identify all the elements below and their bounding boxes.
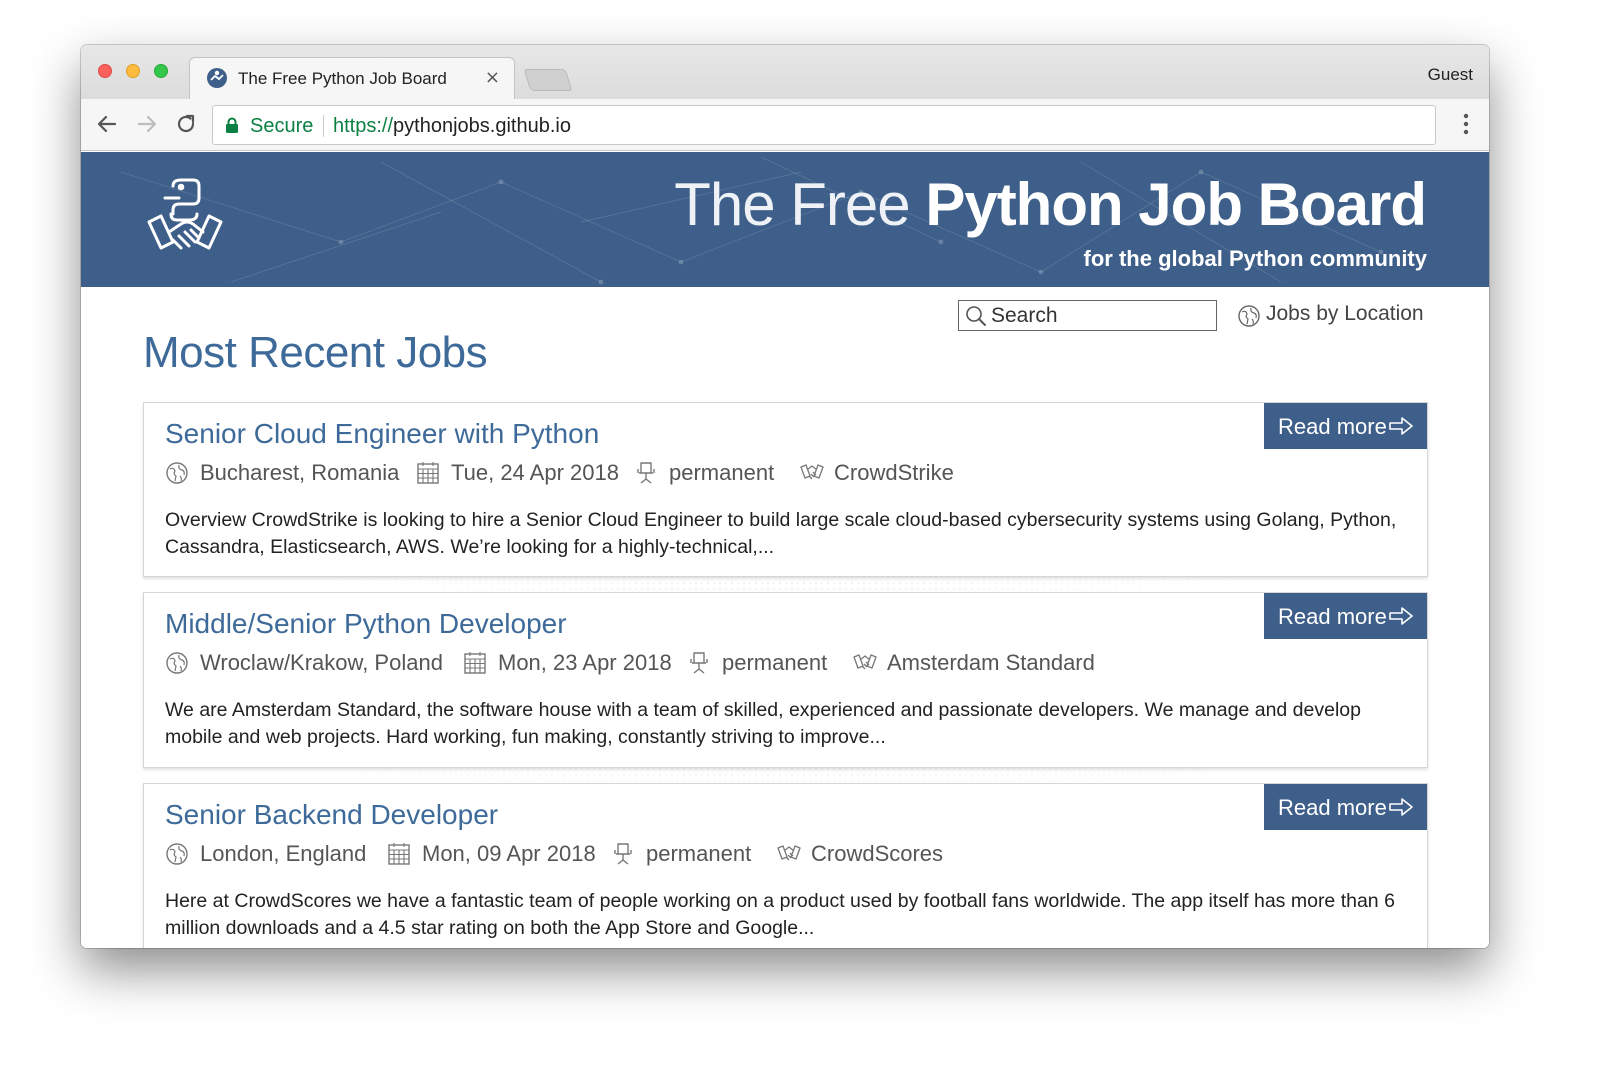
globe-icon xyxy=(166,652,188,674)
job-company-text: Amsterdam Standard xyxy=(887,650,1095,675)
job-company-text: CrowdScores xyxy=(811,841,944,866)
reload-icon[interactable] xyxy=(173,111,199,137)
job-location-text: Wroclaw/Krakow, Poland xyxy=(200,650,443,675)
page-heading: Most Recent Jobs xyxy=(143,328,488,377)
handshake-icon xyxy=(853,654,877,670)
close-window-button[interactable] xyxy=(98,64,112,78)
arrow-right-icon xyxy=(1389,798,1413,816)
site-tagline: for the global Python community xyxy=(1083,246,1427,271)
search-icon xyxy=(966,306,986,326)
job-type-text: permanent xyxy=(669,460,775,485)
chair-icon xyxy=(637,462,655,484)
calendar-icon xyxy=(464,652,486,674)
title-bar: The Free Python Job Board × Guest xyxy=(81,45,1489,99)
job-description: Overview CrowdStrike is looking to hire … xyxy=(165,509,1397,558)
arrow-right-icon xyxy=(1389,417,1413,435)
job-location-text: Bucharest, Romania xyxy=(200,460,400,485)
zoom-window-button[interactable] xyxy=(154,64,168,78)
favicon-icon xyxy=(207,68,227,88)
read-more-label: Read more xyxy=(1278,414,1387,439)
back-arrow-icon[interactable] xyxy=(94,111,120,137)
address-bar[interactable]: Secure https://pythonjobs.github.io xyxy=(212,105,1436,145)
site-title-bold: Python Job Board xyxy=(925,171,1427,238)
job-location-text: London, England xyxy=(200,841,367,866)
job-type-text: permanent xyxy=(646,841,752,866)
globe-icon xyxy=(166,843,188,865)
job-card: Senior Cloud Engineer with Python Read m… xyxy=(143,402,1428,577)
job-type-text: permanent xyxy=(722,650,828,675)
handshake-icon xyxy=(800,464,824,480)
site-banner: The Free Python Job Board for the global… xyxy=(81,152,1489,287)
job-date-text: Tue, 24 Apr 2018 xyxy=(451,460,619,485)
secure-label: Secure xyxy=(250,115,314,137)
browser-window: The Free Python Job Board × Guest Secure… xyxy=(81,45,1489,948)
calendar-icon xyxy=(388,843,410,865)
job-title-link[interactable]: Senior Cloud Engineer with Python xyxy=(165,418,599,450)
address-separator xyxy=(323,115,324,137)
job-card: Senior Backend Developer Read more Londo… xyxy=(143,783,1428,948)
job-company-text: CrowdStrike xyxy=(834,460,954,485)
job-description: We are Amsterdam Standard, the software … xyxy=(165,699,1361,748)
tab-close-icon[interactable]: × xyxy=(485,67,500,88)
handshake-icon xyxy=(777,845,801,861)
url-host: pythonjobs.github.io xyxy=(393,115,571,137)
url-text: https://pythonjobs.github.io xyxy=(333,115,571,138)
web-page: The Free Python Job Board for the global… xyxy=(81,152,1489,948)
job-title-link[interactable]: Senior Backend Developer xyxy=(165,799,498,831)
read-more-button[interactable]: Read more xyxy=(1264,403,1427,449)
globe-icon xyxy=(166,462,188,484)
site-title: The Free Python Job Board xyxy=(674,170,1427,239)
calendar-icon xyxy=(417,462,439,484)
read-more-button[interactable]: Read more xyxy=(1264,593,1427,639)
minimize-window-button[interactable] xyxy=(126,64,140,78)
job-title-link[interactable]: Middle/Senior Python Developer xyxy=(165,608,567,640)
job-date-text: Mon, 23 Apr 2018 xyxy=(498,650,672,675)
tab-title: The Free Python Job Board xyxy=(238,69,447,88)
browser-tab[interactable]: The Free Python Job Board × xyxy=(189,57,515,99)
read-more-label: Read more xyxy=(1278,795,1387,820)
lock-icon xyxy=(226,117,238,133)
job-card: Middle/Senior Python Developer Read more… xyxy=(143,592,1428,768)
python-handshake-logo-icon xyxy=(147,178,223,250)
read-more-button[interactable]: Read more xyxy=(1264,784,1427,830)
search-box[interactable] xyxy=(958,300,1217,331)
profile-button[interactable]: Guest xyxy=(1428,65,1473,85)
chair-icon xyxy=(614,843,632,865)
chair-icon xyxy=(690,652,708,674)
jobs-by-location-label: Jobs by Location xyxy=(1266,302,1424,325)
new-tab-button[interactable] xyxy=(523,69,573,91)
url-scheme: https:// xyxy=(333,115,394,137)
job-description: Here at CrowdScores we have a fantastic … xyxy=(165,890,1395,939)
search-input[interactable] xyxy=(991,303,1211,328)
browser-toolbar: Secure https://pythonjobs.github.io xyxy=(81,99,1489,151)
menu-dots-icon[interactable] xyxy=(1463,111,1469,137)
arrow-right-icon xyxy=(1389,607,1413,625)
globe-icon xyxy=(1238,305,1260,327)
read-more-label: Read more xyxy=(1278,604,1387,629)
site-title-light: The Free xyxy=(674,171,910,238)
forward-arrow-icon[interactable] xyxy=(134,111,160,137)
job-date-text: Mon, 09 Apr 2018 xyxy=(422,841,596,866)
